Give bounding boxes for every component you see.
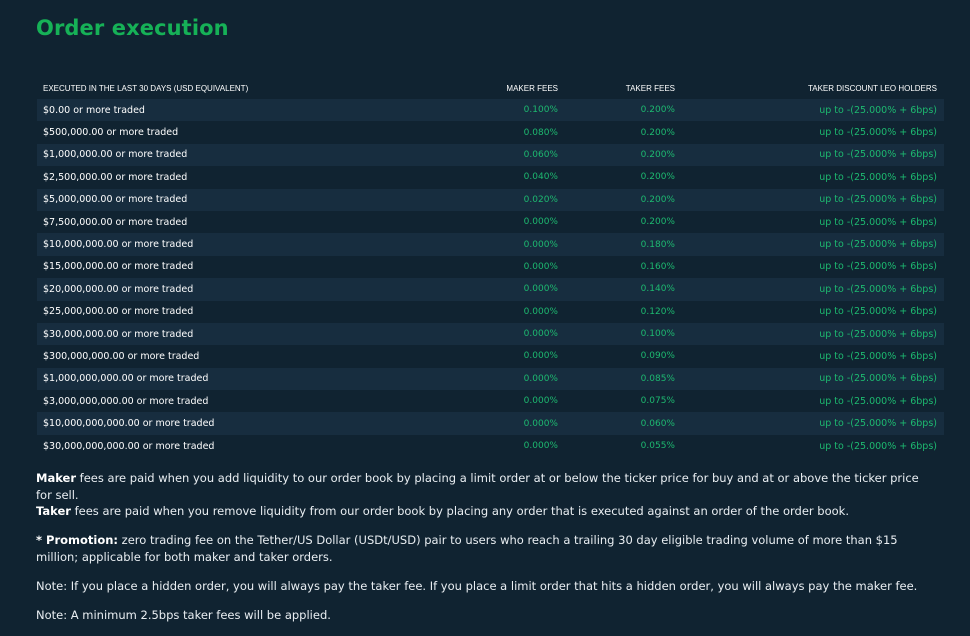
maker-fee-cell: 0.000% [523, 396, 558, 407]
maker-fee-cell: 0.000% [523, 351, 558, 362]
volume-cell: $10,000,000.00 or more traded [43, 239, 194, 251]
volume-cell: $300,000,000.00 or more traded [43, 350, 200, 362]
table-row: $2,500,000.00 or more traded 0.040% 0.200%… [37, 166, 944, 189]
maker-fee-cell: 0.000% [523, 373, 558, 384]
leo-discount-cell: up to -(25.000% + 6bps) [819, 283, 937, 295]
page-title: Order execution [36, 16, 229, 40]
volume-cell: $5,000,000.00 or more traded [43, 194, 188, 206]
taker-fee-cell: 0.055% [640, 441, 675, 452]
table-row: $30,000,000,000.00 or more traded 0.000% 0… [37, 434, 944, 458]
volume-cell: $25,000,000.00 or more traded [43, 306, 194, 318]
volume-cell: $2,500,000.00 or more traded [43, 171, 188, 183]
table-row: $7,500,000.00 or more traded 0.000% 0.200%… [37, 210, 944, 234]
leo-discount-cell: up to -(25.000% + 6bps) [819, 127, 937, 139]
taker-fee-cell: 0.140% [640, 284, 675, 295]
maker-fee-cell: 0.080% [523, 127, 558, 138]
table-row: $1,000,000.00 or more traded 0.060% 0.200%… [37, 143, 944, 167]
leo-discount-cell: up to -(25.000% + 6bps) [819, 306, 937, 318]
taker-fee-cell: 0.200% [640, 172, 675, 183]
maker-fee-cell: 0.000% [523, 306, 558, 317]
leo-discount-cell: up to -(25.000% + 6bps) [819, 149, 937, 161]
leo-discount-cell: up to -(25.000% + 6bps) [819, 350, 937, 362]
maker-fee-cell: 0.040% [523, 172, 558, 183]
taker-fee-cell: 0.090% [640, 351, 675, 362]
table-row: $300,000,000.00 or more traded 0.000% 0.09… [37, 345, 944, 368]
maker-label: Maker [36, 471, 77, 485]
hidden-order-note: Note: If you place a hidden order, you w… [36, 578, 918, 593]
table-row: $20,000,000.00 or more traded 0.000% 0.140… [37, 278, 944, 301]
table-row: $10,000,000.00 or more traded 0.000% 0.180… [37, 233, 944, 256]
fee-notes: Maker fees are paid when you add liquidi… [36, 470, 936, 636]
leo-discount-cell: up to -(25.000% + 6bps) [819, 104, 937, 116]
taker-fee-cell: 0.200% [640, 105, 675, 116]
header-taker-discount: TAKER DISCOUNT LEO HOLDERS [807, 84, 937, 93]
taker-text: fees are paid when you remove liquidity … [70, 504, 849, 518]
volume-cell: $1,000,000,000.00 or more traded [43, 373, 209, 385]
leo-discount-cell: up to -(25.000% + 6bps) [819, 440, 937, 452]
taker-fee-cell: 0.160% [640, 261, 675, 272]
table-header-row: EXECUTED IN THE LAST 30 DAYS (USD EQUIVA… [37, 78, 944, 99]
table-row: $10,000,000,000.00 or more traded 0.000% 0… [37, 412, 944, 435]
volume-cell: $30,000,000.00 or more traded [43, 328, 194, 340]
leo-discount-cell: up to -(25.000% + 6bps) [819, 216, 937, 228]
taker-fee-cell: 0.100% [640, 329, 675, 340]
maker-fee-cell: 0.000% [523, 261, 558, 272]
taker-fee-cell: 0.200% [640, 127, 675, 138]
volume-cell: $500,000.00 or more traded [43, 127, 179, 139]
volume-cell: $0.00 or more traded [43, 104, 145, 116]
volume-cell: $3,000,000,000.00 or more traded [43, 395, 209, 407]
table-row: $1,000,000,000.00 or more traded 0.000% 0.… [37, 367, 944, 391]
table-row: $15,000,000.00 or more traded 0.000% 0.160… [37, 255, 944, 279]
minimum-fee-note: Note: A minimum 2.5bps taker fees will b… [36, 607, 331, 622]
fee-schedule-table: EXECUTED IN THE LAST 30 DAYS (USD EQUIVA… [37, 78, 944, 458]
header-taker-fees: TAKER FEES [625, 84, 675, 93]
fee-table-body: $0.00 or more traded 0.100% 0.200% up to -(… [37, 99, 944, 458]
promotion-label: * Promotion: [36, 533, 119, 547]
table-row: $500,000.00 or more traded 0.080% 0.200% up… [37, 121, 944, 144]
volume-cell: $20,000,000.00 or more traded [43, 283, 194, 295]
taker-fee-cell: 0.200% [640, 149, 675, 160]
taker-fee-cell: 0.120% [640, 306, 675, 317]
volume-cell: $1,000,000.00 or more traded [43, 149, 188, 161]
leo-discount-cell: up to -(25.000% + 6bps) [819, 373, 937, 385]
leo-discount-cell: up to -(25.000% + 6bps) [819, 239, 937, 251]
taker-fee-cell: 0.200% [640, 217, 675, 228]
maker-fee-cell: 0.000% [523, 441, 558, 452]
leo-discount-cell: up to -(25.000% + 6bps) [819, 395, 937, 407]
taker-fee-cell: 0.075% [640, 396, 675, 407]
leo-discount-cell: up to -(25.000% + 6bps) [819, 171, 937, 183]
maker-text: fees are paid when you add liquidity to … [36, 471, 919, 502]
maker-fee-cell: 0.060% [523, 149, 558, 160]
volume-cell: $7,500,000.00 or more traded [43, 216, 188, 228]
maker-fee-cell: 0.000% [523, 418, 558, 429]
leo-discount-cell: up to -(25.000% + 6bps) [819, 328, 937, 340]
volume-cell: $30,000,000,000.00 or more traded [43, 440, 215, 452]
taker-fee-cell: 0.200% [640, 194, 675, 205]
maker-fee-cell: 0.100% [523, 105, 558, 116]
maker-fee-cell: 0.000% [523, 329, 558, 340]
volume-cell: $15,000,000.00 or more traded [43, 261, 194, 273]
leo-discount-cell: up to -(25.000% + 6bps) [819, 418, 937, 430]
promotion-text: zero trading fee on the Tether/US Dollar… [36, 533, 898, 564]
maker-taker-note: Maker fees are paid when you add liquidi… [36, 470, 936, 520]
maker-fee-cell: 0.000% [523, 284, 558, 295]
table-row: $0.00 or more traded 0.100% 0.200% up to -(… [37, 99, 944, 122]
taker-label: Taker [36, 504, 71, 518]
taker-fee-cell: 0.085% [640, 373, 675, 384]
header-maker-fees: MAKER FEES [506, 84, 558, 93]
table-row: $5,000,000.00 or more traded 0.020% 0.200%… [37, 188, 944, 211]
table-row: $25,000,000.00 or more traded 0.000% 0.120… [37, 300, 944, 323]
table-row: $3,000,000,000.00 or more traded 0.000% 0.… [37, 390, 944, 413]
table-row: $30,000,000.00 or more traded 0.000% 0.100… [37, 322, 944, 346]
maker-fee-cell: 0.000% [523, 239, 558, 250]
leo-discount-cell: up to -(25.000% + 6bps) [819, 194, 937, 206]
maker-fee-cell: 0.020% [523, 194, 558, 205]
volume-cell: $10,000,000,000.00 or more traded [43, 418, 215, 430]
leo-discount-cell: up to -(25.000% + 6bps) [819, 261, 937, 273]
taker-fee-cell: 0.180% [640, 239, 675, 250]
promotion-note: * Promotion: zero trading fee on the Tet… [36, 532, 936, 565]
header-volume: EXECUTED IN THE LAST 30 DAYS (USD EQUIVA… [43, 84, 249, 93]
maker-fee-cell: 0.000% [523, 217, 558, 228]
taker-fee-cell: 0.060% [640, 418, 675, 429]
